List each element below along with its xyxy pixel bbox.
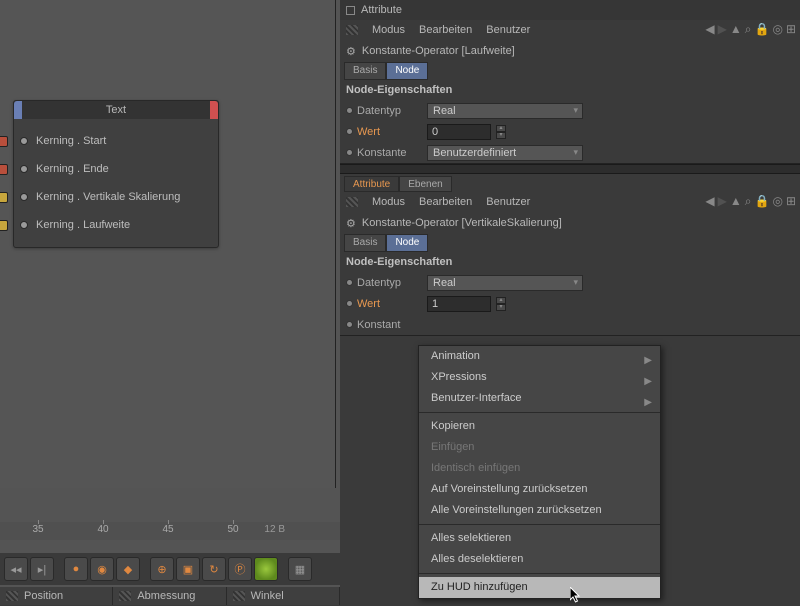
operator-name: Konstante-Operator [VertikaleSkalierung] (362, 217, 562, 229)
tab-attribute[interactable]: Attribute (344, 176, 399, 192)
autokey-button[interactable]: ◉ (90, 557, 114, 581)
add-icon[interactable]: ⊞ (786, 22, 796, 37)
ctx-benutzer-interface[interactable]: Benutzer-Interface▶ (419, 388, 660, 409)
ctx-alles-deselektieren[interactable]: Alles deselektieren (419, 549, 660, 570)
fwd-icon[interactable]: ▶ (718, 22, 727, 37)
ctx-animation[interactable]: Animation▶ (419, 346, 660, 367)
up-icon[interactable]: ▲ (730, 194, 742, 209)
menu-bearbeiten[interactable]: Bearbeiten (419, 24, 472, 36)
spin-up[interactable]: ▴ (496, 297, 506, 304)
gear-icon: ⚙ (346, 45, 356, 58)
konstante-dropdown[interactable]: Benutzerdefiniert (427, 145, 583, 161)
target-icon[interactable]: ◎ (772, 22, 782, 37)
spin-up[interactable]: ▴ (496, 125, 506, 132)
timeline-toolbar: ◂◂ ▸| ● ◉ ◆ ⊕ ▣ ↻ Ⓟ ▦ (0, 553, 340, 585)
ctx-xpressions[interactable]: XPressions▶ (419, 367, 660, 388)
ctx-einfuegen: Einfügen (419, 437, 660, 458)
port-kerning-ende[interactable]: Kerning . Ende (14, 155, 218, 183)
port-kerning-vskalierung[interactable]: Kerning . Vertikale Skalierung (14, 183, 218, 211)
node-editor-viewport[interactable]: Text Kerning . Start Kerning . Ende Kern… (0, 0, 336, 488)
panel-title: Attribute (340, 0, 800, 20)
film-button[interactable]: ▦ (288, 557, 312, 581)
add-icon[interactable]: ⊞ (786, 194, 796, 209)
keyframe-button[interactable]: ◆ (116, 557, 140, 581)
back-icon[interactable]: ◀ (705, 22, 714, 37)
ctx-voreinstellung-reset[interactable]: Auf Voreinstellung zurücksetzen (419, 479, 660, 500)
menu-benutzer[interactable]: Benutzer (486, 24, 530, 36)
back-icon[interactable]: ◀ (705, 194, 714, 209)
goto-start-button[interactable]: ◂◂ (4, 557, 28, 581)
cursor-icon (570, 587, 586, 606)
tab-basis[interactable]: Basis (344, 234, 386, 252)
node-text[interactable]: Text Kerning . Start Kerning . Ende Kern… (13, 100, 219, 248)
position-key-button[interactable]: ⊕ (150, 557, 174, 581)
target-icon[interactable]: ◎ (772, 194, 782, 209)
pla-key-button[interactable] (254, 557, 278, 581)
parameter-key-button[interactable]: Ⓟ (228, 557, 252, 581)
fwd-icon[interactable]: ▶ (718, 194, 727, 209)
port-kerning-start[interactable]: Kerning . Start (14, 127, 218, 155)
menu-benutzer[interactable]: Benutzer (486, 196, 530, 208)
gear-icon: ⚙ (346, 217, 356, 230)
tab-basis[interactable]: Basis (344, 62, 386, 80)
menu-modus[interactable]: Modus (372, 24, 405, 36)
operator-name: Konstante-Operator [Laufweite] (362, 45, 515, 57)
menu-modus[interactable]: Modus (372, 196, 405, 208)
attribute-panel-1: Attribute Modus Bearbeiten Benutzer ◀ ▶ … (340, 0, 800, 164)
status-bar: Position Abmessung Winkel (0, 587, 340, 605)
search-icon[interactable]: ⌕ (745, 22, 752, 37)
spin-down[interactable]: ▾ (496, 304, 506, 311)
context-menu: Animation▶ XPressions▶ Benutzer-Interfac… (418, 345, 661, 599)
goto-end-button[interactable]: ▸| (30, 557, 54, 581)
datentyp-dropdown[interactable]: Real (427, 103, 583, 119)
ctx-alles-selektieren[interactable]: Alles selektieren (419, 528, 660, 549)
rotation-key-button[interactable]: ↻ (202, 557, 226, 581)
scale-key-button[interactable]: ▣ (176, 557, 200, 581)
record-button[interactable]: ● (64, 557, 88, 581)
attribute-panel-2: Attribute Ebenen Modus Bearbeiten Benutz… (340, 174, 800, 336)
lock-icon[interactable]: 🔒 (755, 194, 770, 209)
tab-node[interactable]: Node (386, 234, 428, 252)
port-kerning-laufweite[interactable]: Kerning . Laufweite (14, 211, 218, 239)
menu-bearbeiten[interactable]: Bearbeiten (419, 196, 472, 208)
up-icon[interactable]: ▲ (730, 22, 742, 37)
node-title: Text (106, 104, 126, 116)
section-header: Node-Eigenschaften (340, 80, 800, 100)
search-icon[interactable]: ⌕ (745, 194, 752, 209)
ctx-alle-voreinstellungen-reset[interactable]: Alle Voreinstellungen zurücksetzen (419, 500, 660, 521)
ctx-zu-hud-hinzufuegen[interactable]: Zu HUD hinzufügen (419, 577, 660, 598)
wert-field[interactable]: 1 (427, 296, 491, 312)
ctx-kopieren[interactable]: Kopieren (419, 416, 660, 437)
wert-field[interactable]: 0 (427, 124, 491, 140)
tab-node[interactable]: Node (386, 62, 428, 80)
section-header: Node-Eigenschaften (340, 252, 800, 272)
tab-ebenen[interactable]: Ebenen (399, 176, 451, 192)
timeline-ruler[interactable]: 35 40 45 50 12 B (0, 522, 340, 540)
datentyp-dropdown[interactable]: Real (427, 275, 583, 291)
spin-down[interactable]: ▾ (496, 132, 506, 139)
ctx-identisch-einfuegen: Identisch einfügen (419, 458, 660, 479)
lock-icon[interactable]: 🔒 (755, 22, 770, 37)
frame-indicator: 12 B (264, 524, 285, 535)
